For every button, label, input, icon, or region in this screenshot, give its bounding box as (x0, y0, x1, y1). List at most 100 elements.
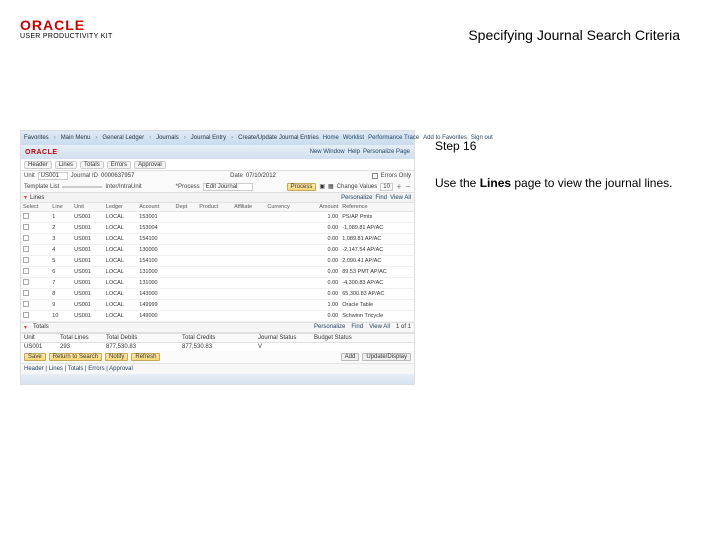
collapse-icon[interactable]: ▾ (24, 194, 27, 201)
step-instruction: Use the Lines page to view the journal l… (435, 175, 695, 192)
unit-field[interactable]: US001 (38, 172, 68, 180)
jid-value: 0000637957 (101, 173, 134, 179)
cell-amount: 0.00 (305, 256, 340, 267)
add-button[interactable]: Add (341, 353, 360, 361)
process-select[interactable]: Edit Journal (203, 183, 253, 191)
cell-account: 154100 (137, 256, 173, 267)
save-button[interactable]: Save (24, 353, 46, 361)
cell-ledger: LOCAL (104, 234, 137, 245)
personalize-lines-link[interactable]: Personalize (341, 195, 372, 201)
errors-only-checkbox[interactable] (372, 173, 378, 179)
row-checkbox[interactable] (23, 246, 29, 252)
table-row[interactable]: 1US001LOCAL1530011.00PS/AP Pmts (21, 212, 414, 223)
return-button[interactable]: Return to Search (49, 353, 102, 361)
bc-3[interactable]: Journals (156, 135, 179, 141)
find-link[interactable]: Find (375, 195, 387, 201)
breadcrumb-bar: Favorites Main Menu General Ledger Journ… (21, 131, 414, 145)
col-ledger: Ledger (104, 203, 137, 212)
cell-reference: 65,300.83 AP/AC (340, 289, 414, 300)
footer-links[interactable]: Header | Lines | Totals | Errors | Appro… (21, 363, 414, 374)
notify-button[interactable]: Notify (105, 353, 128, 361)
row-checkbox[interactable] (23, 290, 29, 296)
process-button[interactable]: Process (287, 183, 317, 191)
table-row[interactable]: 6US001LOCAL1310000.0089.53 PMT AP/AC (21, 267, 414, 278)
tab-approval[interactable]: Approval (134, 161, 166, 169)
cell-account: 130000 (137, 245, 173, 256)
personalize-link[interactable]: Personalize Page (363, 149, 410, 155)
cell-unit: US001 (72, 311, 104, 322)
grid-icon[interactable]: ▣ (319, 183, 325, 190)
bc-sep (230, 135, 234, 141)
tab-lines[interactable]: Lines (55, 161, 77, 169)
bc-1[interactable]: Main Menu (61, 135, 91, 141)
grid-icon-2[interactable]: ▦ (328, 183, 334, 190)
col-reference: Reference (340, 203, 414, 212)
col-unit: Unit (72, 203, 104, 212)
plus-icon[interactable]: ＋ (396, 182, 402, 191)
signout-link[interactable]: Sign out (471, 135, 493, 141)
step-post: page to view the journal lines. (511, 176, 672, 190)
cell-unit: US001 (72, 245, 104, 256)
totals-viewall-link[interactable]: View All (369, 324, 390, 331)
cell-reference: -1,089.81 AP/AC (340, 223, 414, 234)
row-checkbox[interactable] (23, 235, 29, 241)
fav-link[interactable]: Add to Favorites (423, 135, 467, 141)
cell-reference: 89.53 PMT AP/AC (340, 267, 414, 278)
bc-sep (94, 135, 98, 141)
row-checkbox[interactable] (23, 224, 29, 230)
th-lines: Total Lines (60, 335, 100, 341)
row-checkbox[interactable] (23, 268, 29, 274)
th-credits: Total Credits (182, 335, 252, 341)
brand-bar: ORACLE New Window Help Personalize Page (21, 145, 414, 159)
update-button[interactable]: Update/Display (362, 353, 411, 361)
th-bstatus: Budget Status (314, 335, 352, 341)
cell-ledger: LOCAL (104, 223, 137, 234)
totals-collapse-icon[interactable]: ▾ (24, 324, 27, 331)
cell-line: 4 (50, 245, 72, 256)
worklist-link[interactable]: Worklist (343, 135, 364, 141)
new-window-link[interactable]: New Window (310, 149, 345, 155)
change-values-label: Change Values (337, 184, 378, 190)
template-input[interactable] (62, 186, 102, 188)
bc-2[interactable]: General Ledger (102, 135, 144, 141)
tab-totals[interactable]: Totals (80, 161, 104, 169)
errors-only-label: Errors Only (381, 173, 411, 179)
row-checkbox[interactable] (23, 279, 29, 285)
row-checkbox[interactable] (23, 257, 29, 263)
cell-amount: 0.00 (305, 223, 340, 234)
table-row[interactable]: 8US001LOCAL1430000.0065,300.83 AP/AC (21, 289, 414, 300)
view-all-link[interactable]: View All (390, 195, 411, 201)
table-row[interactable]: 5US001LOCAL1541000.002,090.41 AP/AC (21, 256, 414, 267)
totals-find-link[interactable]: Find (351, 324, 363, 331)
table-row[interactable]: 4US001LOCAL1300000.00-2,147.54 AP/AC (21, 245, 414, 256)
minus-icon[interactable]: － (405, 182, 411, 191)
th-unit: Unit (24, 335, 54, 341)
bc-0[interactable]: Favorites (24, 135, 49, 141)
table-row[interactable]: 3US001LOCAL1541000.001,089.81 AP/AC (21, 234, 414, 245)
bc-sep (148, 135, 152, 141)
table-row[interactable]: 9US001LOCAL1499991.00Oracle Table (21, 300, 414, 311)
table-row[interactable]: 10US001LOCAL1490000.00Schwinn Tricycle (21, 311, 414, 322)
refresh-button[interactable]: Refresh (131, 353, 160, 361)
row-checkbox[interactable] (23, 213, 29, 219)
cell-amount: 1.00 (305, 300, 340, 311)
row-checkbox[interactable] (23, 312, 29, 318)
tab-errors[interactable]: Errors (107, 161, 131, 169)
tab-header[interactable]: Header (24, 161, 52, 169)
help-link[interactable]: Help (348, 149, 360, 155)
totals-personalize-link[interactable]: Personalize (314, 324, 345, 331)
cell-line: 3 (50, 234, 72, 245)
table-row[interactable]: 2US001LOCAL1530040.00-1,089.81 AP/AC (21, 223, 414, 234)
row-checkbox[interactable] (23, 301, 29, 307)
table-row[interactable]: 7US001LOCAL1310000.00-4,300.83 AP/AC (21, 278, 414, 289)
bc-sep (183, 135, 187, 141)
cell-line: 7 (50, 278, 72, 289)
home-link[interactable]: Home (323, 135, 339, 141)
col-amount: Amount (305, 203, 340, 212)
cell-ledger: LOCAL (104, 267, 137, 278)
bc-5[interactable]: Create/Update Journal Entries (238, 135, 319, 141)
cell-reference: PS/AP Pmts (340, 212, 414, 223)
perf-link[interactable]: Performance Trace (368, 135, 419, 141)
bc-4[interactable]: Journal Entry (191, 135, 226, 141)
line-input[interactable]: 10 (380, 183, 393, 191)
